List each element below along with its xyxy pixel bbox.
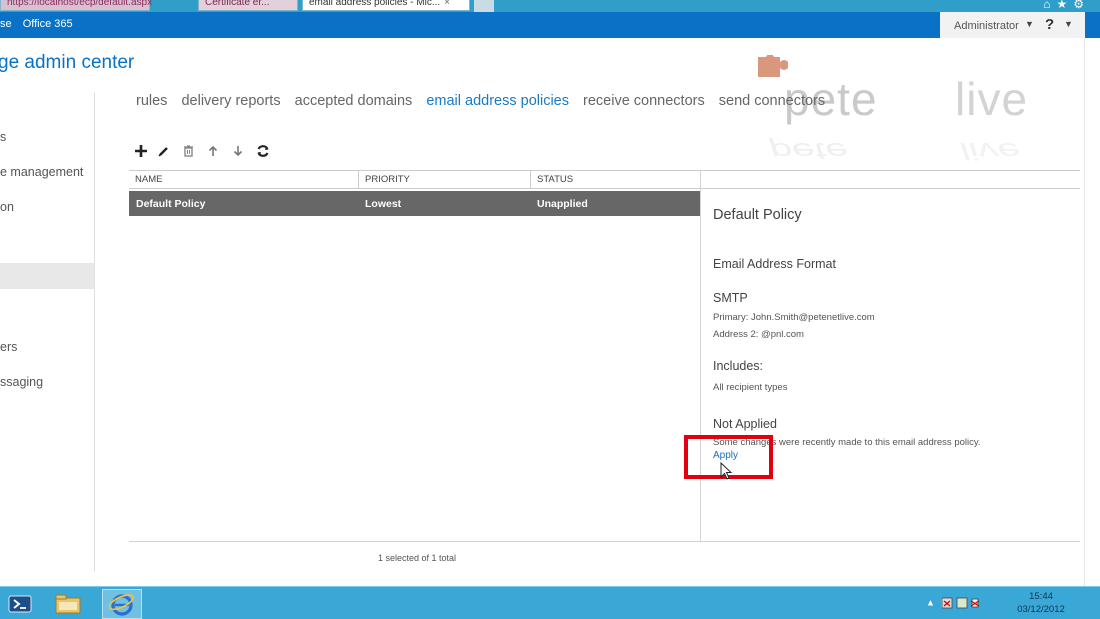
tray-icons[interactable] [942, 597, 982, 609]
mail-flow-tabs: rules delivery reports accepted domains … [136, 93, 835, 109]
tab-label: https://localhost/ecp/default.aspx [7, 0, 153, 8]
cell-name: Default Policy [136, 198, 206, 210]
tab-label: Certificate er... [205, 0, 270, 8]
help-icon[interactable]: ? [1045, 16, 1054, 33]
new-tab-button[interactable] [474, 0, 494, 12]
move-down-icon[interactable] [228, 141, 248, 161]
tab-accepted-domains[interactable]: accepted domains [295, 93, 413, 109]
left-nav-item[interactable]: ssaging [0, 375, 43, 389]
column-header-name[interactable]: NAME [129, 171, 358, 189]
details-primary-address: Primary: John.Smith@petenetlive.com [713, 312, 875, 323]
mouse-pointer-icon [720, 462, 733, 480]
tab-rules[interactable]: rules [136, 93, 167, 109]
user-name[interactable]: Administrator [954, 20, 1019, 32]
watermark-live: live [955, 73, 1029, 125]
taskbar-clock[interactable]: 15:44 03/12/2012 [1006, 590, 1076, 616]
window-controls[interactable]: ⌂★⚙ [1043, 0, 1090, 11]
page-scroll-edge [1084, 38, 1100, 586]
left-nav-item[interactable]: e management [0, 165, 83, 179]
list-footer-divider [129, 541, 1080, 542]
details-header-strip [700, 170, 1080, 189]
tab-label: email address policies - Mic... [309, 0, 441, 8]
chevron-down-icon[interactable]: ▼ [1025, 19, 1034, 29]
tab-email-address-policies[interactable]: email address policies [426, 93, 569, 109]
browser-tab-localhost[interactable]: https://localhost/ecp/default.aspx [0, 0, 153, 11]
add-icon[interactable] [131, 141, 151, 161]
tab-delivery-reports[interactable]: delivery reports [181, 93, 280, 109]
system-tray[interactable]: ▲ [926, 597, 982, 609]
clock-date: 03/12/2012 [1017, 604, 1065, 615]
browser-tab-email-policies[interactable]: email address policies - Mic... × [302, 0, 470, 11]
edit-icon[interactable] [154, 141, 174, 161]
left-nav-item[interactable]: ers [0, 340, 17, 354]
header-link-enterprise[interactable]: se [0, 18, 12, 30]
windows-taskbar: ▲ 15:44 03/12/2012 [0, 586, 1100, 619]
office-header: se Office 365 Administrator ▼ ? ▼ [0, 12, 1100, 38]
app-title: ge admin center [0, 52, 135, 73]
details-smtp-heading: SMTP [713, 291, 748, 305]
refresh-icon[interactable] [253, 141, 273, 161]
cell-priority: Lowest [365, 198, 402, 210]
browser-tab-certificate[interactable]: Certificate er... [198, 0, 298, 11]
powershell-icon[interactable] [0, 589, 40, 619]
left-nav-item[interactable]: s [0, 130, 6, 144]
selection-status: 1 selected of 1 total [378, 553, 457, 563]
watermark-reflection: live [960, 137, 1021, 164]
delete-icon[interactable] [178, 141, 198, 161]
left-nav-divider [94, 92, 95, 572]
column-header-status[interactable]: STATUS [530, 171, 700, 189]
column-header-priority[interactable]: PRIORITY [358, 171, 530, 189]
close-tab-icon[interactable]: × [444, 0, 450, 8]
details-title: Default Policy [713, 207, 802, 223]
tab-receive-connectors[interactable]: receive connectors [583, 93, 705, 109]
left-nav-selected-item[interactable] [0, 263, 95, 289]
file-explorer-icon[interactable] [48, 589, 88, 619]
internet-explorer-icon[interactable] [102, 589, 142, 619]
watermark-reflection: pete [770, 137, 848, 164]
details-state-heading: Not Applied [713, 417, 777, 431]
move-up-icon[interactable] [203, 141, 223, 161]
browser-tab-strip: https://localhost/ecp/default.aspx Certi… [0, 0, 1100, 12]
chevron-down-icon[interactable]: ▼ [1064, 19, 1073, 29]
cell-status: Unapplied [537, 198, 588, 210]
user-menu[interactable]: Administrator ▼ ? ▼ [940, 12, 1085, 38]
policy-list-header: NAME PRIORITY STATUS [129, 170, 700, 189]
header-link-office365[interactable]: Office 365 [23, 18, 73, 30]
left-nav-item[interactable]: on [0, 200, 14, 214]
chevron-up-icon[interactable]: ▲ [926, 597, 935, 607]
table-row[interactable]: Default Policy Lowest Unapplied [129, 191, 700, 216]
header-nav: se Office 365 [0, 18, 81, 30]
tab-send-connectors[interactable]: send connectors [719, 93, 825, 109]
clock-time: 15:44 [1029, 591, 1053, 602]
details-includes-value: All recipient types [713, 382, 788, 393]
details-format-heading: Email Address Format [713, 257, 836, 271]
details-divider [700, 170, 701, 542]
details-secondary-address: Address 2: @pnl.com [713, 329, 804, 340]
details-includes-heading: Includes: [713, 359, 764, 373]
